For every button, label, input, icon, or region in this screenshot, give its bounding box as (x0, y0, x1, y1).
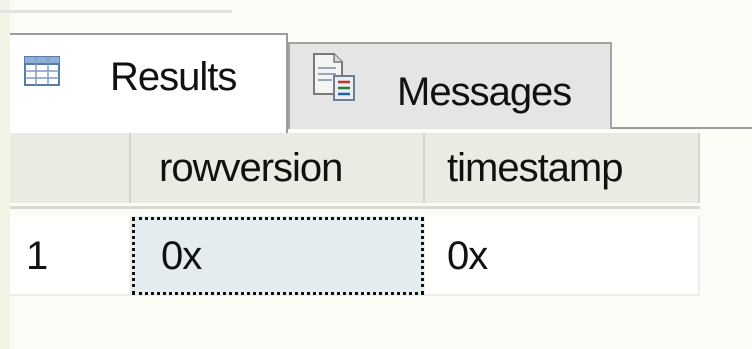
result-tabstrip: Results Messages (0, 0, 752, 133)
results-grid: rowversion timestamp 1 0x 0x (10, 133, 700, 296)
grid-header-row: rowversion timestamp (10, 133, 700, 209)
tab-results[interactable]: Results (10, 33, 288, 133)
table-row: 1 0x 0x (10, 209, 700, 296)
tab-messages-label: Messages (397, 70, 572, 114)
tab-results-label: Results (110, 55, 237, 99)
tab-messages[interactable]: Messages (288, 42, 612, 129)
row-number-cell[interactable]: 1 (10, 216, 131, 296)
rowversion-cell[interactable]: 0x (131, 216, 425, 296)
column-header-timestamp[interactable]: timestamp (425, 133, 700, 203)
row-number-header[interactable] (10, 133, 131, 203)
column-header-rowversion[interactable]: rowversion (131, 133, 425, 203)
grid-icon (24, 51, 60, 86)
results-pane: Results Messages rowversion timestamp 1 … (0, 0, 752, 349)
timestamp-cell[interactable]: 0x (425, 216, 700, 296)
messages-doc-icon (310, 52, 358, 104)
